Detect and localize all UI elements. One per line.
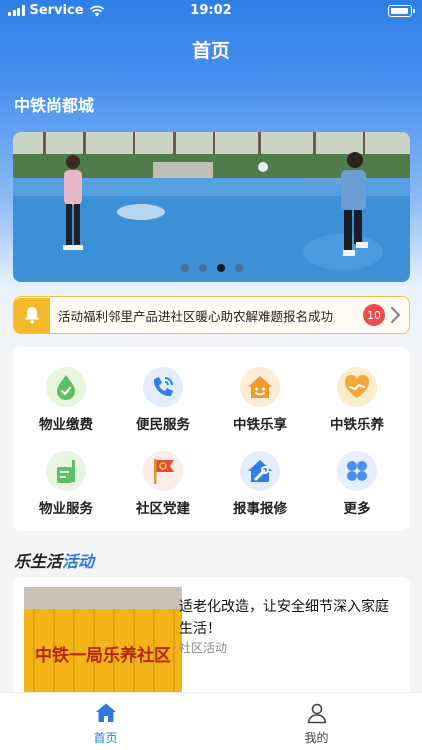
article-thumbnail: 中铁一局乐养社区 <box>24 587 182 707</box>
banner-photo <box>13 132 410 282</box>
service-more[interactable]: 更多 <box>309 451 405 531</box>
party-building-icon <box>143 451 183 491</box>
article-title: 适老化改造，让安全细节深入家庭生活！ <box>179 599 389 637</box>
article-tag: 社区活动 <box>179 641 228 655</box>
notice-count-badge: 10 <box>363 304 385 326</box>
home-icon <box>95 703 116 722</box>
property-fee-icon <box>46 367 86 407</box>
carousel-dot[interactable] <box>180 264 189 272</box>
notice-text: 活动福利邻里产品进社区暖心助农解难题报名成功 <box>58 308 334 324</box>
service-convenience[interactable]: 便民服务 <box>115 367 211 447</box>
convenience-service-icon <box>143 367 183 407</box>
share-home-icon <box>240 367 280 407</box>
service-grid: 物业缴费 便民服务 中铁乐享 中铁乐养 物业服务 社区党建 报事报修 更多 <box>13 347 410 531</box>
carousel-dot[interactable] <box>234 264 243 272</box>
tab-bar: 首页 我的 <box>0 692 422 750</box>
carousel-dot[interactable] <box>198 264 207 272</box>
bell-icon <box>14 297 50 333</box>
status-bar: Service 19:02 <box>0 0 422 22</box>
property-service-icon <box>46 451 86 491</box>
service-share[interactable]: 中铁乐享 <box>212 367 308 447</box>
repair-icon <box>240 451 280 491</box>
page-title: 首页 <box>191 40 230 62</box>
service-repair[interactable]: 报事报修 <box>212 451 308 531</box>
chevron-right-icon[interactable] <box>387 305 405 325</box>
more-icon <box>337 451 377 491</box>
elderly-care-icon <box>337 367 377 407</box>
service-property[interactable]: 物业服务 <box>18 451 114 531</box>
banner-carousel[interactable] <box>13 132 410 282</box>
carousel-dot-active[interactable] <box>216 264 225 272</box>
community-name[interactable]: 中铁尚都城 <box>14 92 94 116</box>
service-property-fee[interactable]: 物业缴费 <box>18 367 114 447</box>
clock: 19:02 <box>190 3 232 18</box>
thumbnail-sign-text: 中铁一局乐养社区 <box>35 645 171 666</box>
service-party-building[interactable]: 社区党建 <box>115 451 211 531</box>
user-icon <box>307 703 326 724</box>
article-card[interactable]: 中铁一局乐养社区 适老化改造，让安全细节深入家庭生活！ 社区活动 <box>13 577 410 707</box>
service-elderly-care[interactable]: 中铁乐养 <box>309 367 405 447</box>
section-title: 乐生活活动 <box>14 552 95 571</box>
tab-mine[interactable]: 我的 <box>211 693 422 750</box>
carousel-indicator <box>13 264 410 272</box>
tab-home[interactable]: 首页 <box>0 693 211 750</box>
battery-icon <box>388 5 415 17</box>
notice-bar[interactable]: 活动福利邻里产品进社区暖心助农解难题报名成功 10 <box>13 296 410 334</box>
